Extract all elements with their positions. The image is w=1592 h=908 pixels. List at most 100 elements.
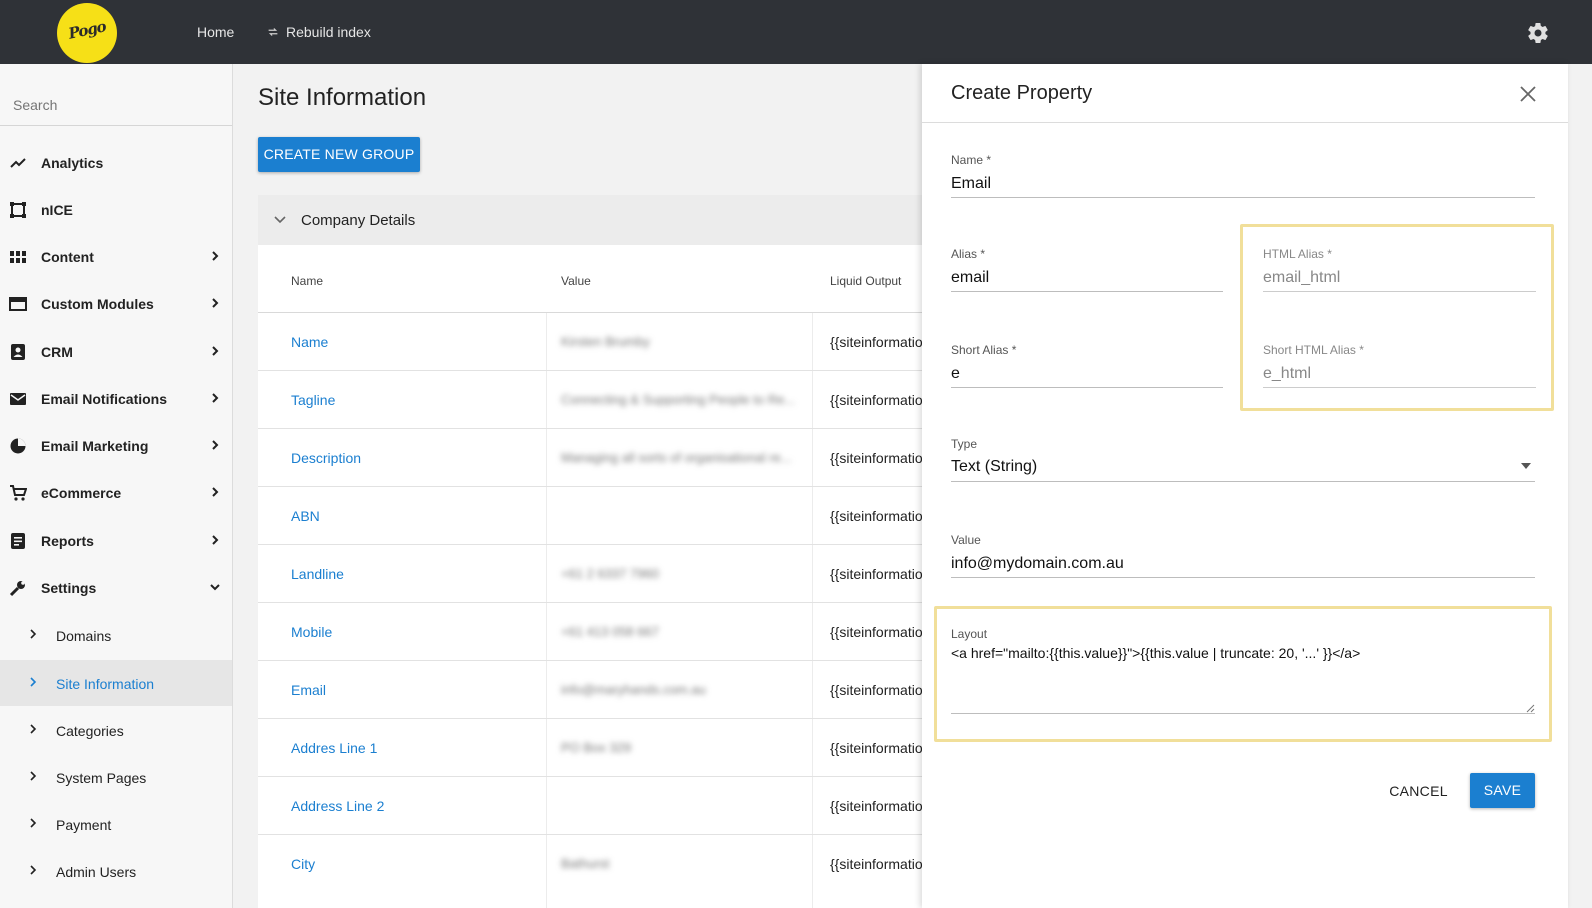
search-input[interactable]	[13, 97, 213, 113]
sidebar-item-ecommerce[interactable]: eCommerce	[0, 470, 232, 516]
row-liquid-output: {{siteinformatio	[830, 450, 923, 466]
row-liquid-output: {{siteinformatio	[830, 740, 923, 756]
short-alias-field: Short Alias *	[951, 343, 1223, 389]
short-html-alias-field: Short HTML Alias *	[1263, 343, 1536, 389]
type-select[interactable]: Text (String)	[951, 454, 1535, 482]
create-new-group-button[interactable]: CREATE NEW GROUP	[258, 137, 420, 172]
sidebar-subitem-system-pages[interactable]: System Pages	[0, 754, 232, 800]
short-html-alias-field-label: Short HTML Alias *	[1263, 343, 1364, 357]
resize-handle-icon[interactable]	[1525, 703, 1535, 713]
row-name-link[interactable]: ABN	[291, 508, 320, 524]
table-row: Mobile +61 413 058 667 {{siteinformatio	[258, 603, 923, 661]
layout-field: Layout <a href="mailto:{{this.value}}">{…	[951, 627, 1535, 719]
nav-rebuild-index-link[interactable]: Rebuild index	[266, 24, 371, 40]
row-value: Managing all sorts of organisational re.…	[561, 450, 792, 465]
row-value: PO Box 329	[561, 740, 632, 755]
row-name-link[interactable]: Description	[291, 450, 361, 466]
create-property-dialog: Create Property Name * Alias * HTML Alia…	[922, 64, 1568, 908]
sidebar-item-custom-modules[interactable]: Custom Modules	[0, 281, 232, 327]
row-liquid-output: {{siteinformatio	[830, 798, 923, 814]
table-row: Address Line 2 {{siteinformatio	[258, 777, 923, 835]
short-alias-field-label: Short Alias *	[951, 343, 1017, 357]
name-field-label: Name *	[951, 153, 992, 167]
sidebar-item-label: Analytics	[41, 155, 104, 171]
chevron-right-icon	[30, 629, 37, 639]
sidebar-item-settings[interactable]: Settings	[0, 565, 232, 611]
sidebar-item-label: Email Marketing	[41, 438, 149, 454]
frame-icon	[10, 202, 26, 218]
row-name-link[interactable]: Name	[291, 334, 328, 350]
alias-input[interactable]	[951, 264, 1223, 292]
sidebar-item-reports[interactable]: Reports	[0, 518, 232, 564]
row-liquid-output: {{siteinformatio	[830, 392, 923, 408]
chevron-down-icon	[210, 584, 220, 591]
row-value: Kirsten Brumby	[561, 334, 650, 349]
layout-textarea[interactable]: <a href="mailto:{{this.value}}">{{this.v…	[951, 644, 1535, 714]
sidebar-item-label: Reports	[41, 533, 94, 549]
sidebar-subitem-categories[interactable]: Categories	[0, 707, 232, 753]
row-name-link[interactable]: Email	[291, 682, 326, 698]
table-row: Name Kirsten Brumby {{siteinformatio	[258, 313, 923, 371]
row-liquid-output: {{siteinformatio	[830, 566, 923, 582]
nav-home-link[interactable]: Home	[197, 24, 234, 40]
group-title: Company Details	[301, 212, 416, 229]
short-alias-input[interactable]	[951, 360, 1223, 388]
row-liquid-output: {{siteinformatio	[830, 334, 923, 350]
chevron-right-icon	[30, 865, 37, 875]
table-row: City Bathurst {{siteinformatio	[258, 835, 923, 893]
properties-table: Name Value Liquid Output Name Kirsten Br…	[258, 245, 923, 908]
table-row: Landline +61 2 6337 7960 {{siteinformati…	[258, 545, 923, 603]
chevron-right-icon	[30, 818, 37, 828]
chevron-right-icon	[212, 393, 219, 403]
type-field[interactable]: Type Text (String)	[951, 437, 1535, 483]
logo-text: Pogo	[66, 17, 108, 43]
sidebar-item-label: CRM	[41, 344, 73, 360]
sidebar-subitem-domains[interactable]: Domains	[0, 612, 232, 658]
sidebar-subitem-site-information[interactable]: Site Information	[0, 660, 232, 706]
chevron-right-icon	[30, 771, 37, 781]
name-input[interactable]	[951, 170, 1535, 198]
sidebar: Analytics nICE Content Custom Modules CR…	[0, 64, 233, 908]
chevron-down-icon	[274, 216, 286, 224]
value-input[interactable]	[951, 550, 1535, 578]
gear-icon[interactable]	[1526, 21, 1550, 45]
cancel-button[interactable]: CANCEL	[1381, 774, 1456, 808]
sidebar-item-nice[interactable]: nICE	[0, 187, 232, 233]
row-name-link[interactable]: City	[291, 856, 315, 872]
row-name-link[interactable]: Address Line 2	[291, 798, 384, 814]
row-liquid-output: {{siteinformatio	[830, 856, 923, 872]
sidebar-item-email-notifications[interactable]: Email Notifications	[0, 376, 232, 422]
row-name-link[interactable]: Tagline	[291, 392, 335, 408]
group-header-company-details[interactable]: Company Details	[258, 195, 922, 245]
sidebar-item-analytics[interactable]: Analytics	[0, 140, 232, 186]
html-alias-field: HTML Alias *	[1263, 247, 1536, 293]
sidebar-item-content[interactable]: Content	[0, 234, 232, 280]
chevron-down-icon	[1521, 463, 1531, 469]
table-row: Tagline Connecting & Supporting People t…	[258, 371, 923, 429]
grid-icon	[10, 251, 26, 263]
save-button[interactable]: SAVE	[1470, 773, 1535, 808]
top-bar: Pogo Home Rebuild index	[0, 0, 1592, 64]
alias-field-label: Alias *	[951, 247, 986, 261]
row-name-link[interactable]: Landline	[291, 566, 344, 582]
sidebar-item-email-marketing[interactable]: Email Marketing	[0, 423, 232, 469]
sidebar-subitem-label: Categories	[56, 723, 124, 739]
sidebar-subitem-payment[interactable]: Payment	[0, 801, 232, 847]
logo[interactable]: Pogo	[57, 3, 117, 63]
row-value: Bathurst	[561, 856, 610, 871]
row-name-link[interactable]: Addres Line 1	[291, 740, 377, 756]
trend-icon	[10, 158, 26, 168]
row-value: +61 2 6337 7960	[561, 566, 659, 581]
table-row: Addres Line 1 PO Box 329 {{siteinformati…	[258, 719, 923, 777]
table-row: ABN {{siteinformatio	[258, 487, 923, 545]
close-icon[interactable]	[1519, 85, 1537, 103]
cart-icon	[10, 485, 27, 501]
chevron-right-icon	[212, 440, 219, 450]
row-liquid-output: {{siteinformatio	[830, 624, 923, 640]
sidebar-item-crm[interactable]: CRM	[0, 329, 232, 375]
sidebar-item-label: eCommerce	[41, 485, 122, 501]
row-name-link[interactable]: Mobile	[291, 624, 332, 640]
module-icon	[9, 297, 27, 311]
row-liquid-output: {{siteinformatio	[830, 682, 923, 698]
sidebar-subitem-admin-users[interactable]: Admin Users	[0, 848, 232, 894]
